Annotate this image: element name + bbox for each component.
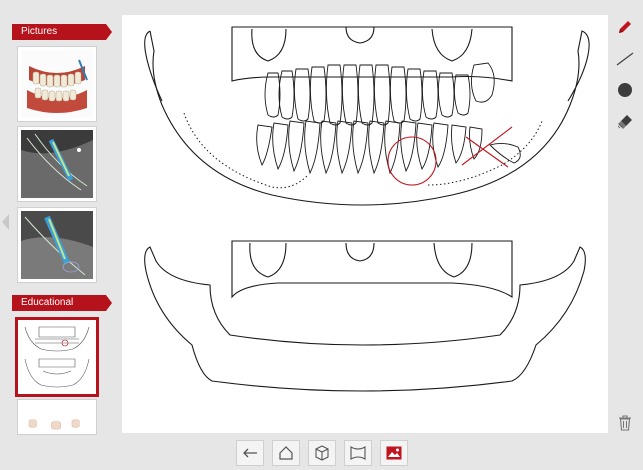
circle-icon[interactable] — [614, 79, 636, 101]
collapse-sidebar-arrow-icon[interactable] — [2, 214, 9, 230]
back-arrow-icon[interactable] — [236, 440, 264, 466]
eraser-icon[interactable] — [614, 111, 636, 133]
thumbnail-jaw-diagram[interactable] — [18, 320, 96, 394]
educational-image — [23, 403, 91, 431]
annotation-circle — [387, 136, 437, 186]
xray-implant-image — [21, 211, 93, 279]
home-icon[interactable] — [272, 440, 300, 466]
pencil-icon[interactable] — [614, 16, 636, 38]
line-icon[interactable] — [614, 48, 636, 70]
xray-implant-image — [21, 130, 93, 198]
cube-icon[interactable] — [308, 440, 336, 466]
bottom-navigation — [236, 440, 414, 466]
thumbnail-sidebar: Pictures Educational — [0, 0, 112, 470]
image-icon[interactable] — [380, 440, 408, 466]
jaw-diagram — [144, 26, 590, 392]
jaw-diagram-thumbnail — [21, 323, 93, 391]
thumbnail-xray-implant-2[interactable] — [18, 208, 96, 282]
lower-mandible-outline — [144, 246, 586, 392]
teeth-3d-image — [21, 50, 93, 118]
panoramic-icon[interactable] — [344, 440, 372, 466]
thumbnail-educational-2[interactable] — [18, 400, 96, 434]
upper-mandible-outline — [149, 30, 590, 206]
educational-section-header: Educational — [12, 295, 112, 311]
pictures-section-header: Pictures — [12, 24, 112, 40]
trash-icon[interactable] — [614, 412, 636, 434]
thumbnail-xray-implant-1[interactable] — [18, 127, 96, 201]
thumbnail-3d-teeth[interactable] — [18, 47, 96, 121]
drawing-canvas[interactable] — [122, 15, 608, 433]
